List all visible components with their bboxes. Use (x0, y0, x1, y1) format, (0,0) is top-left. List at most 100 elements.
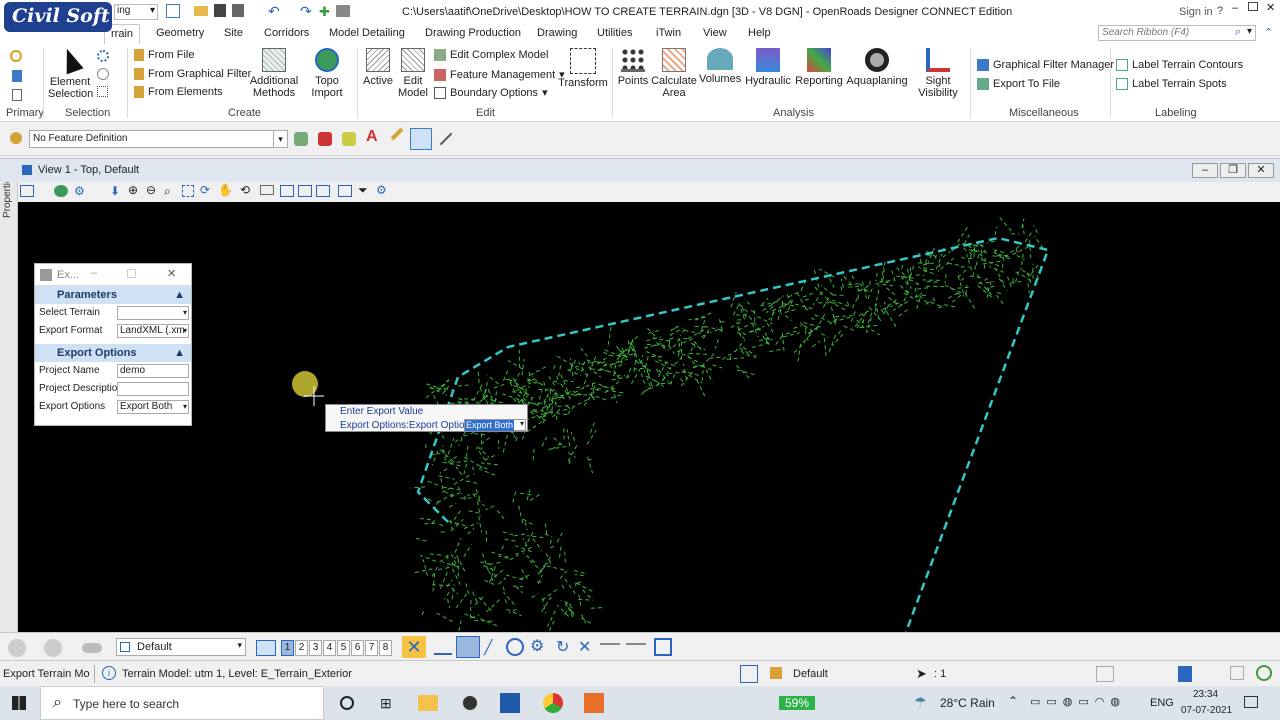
display-style-icon[interactable] (54, 185, 68, 197)
level-display[interactable]: Default (793, 668, 828, 680)
from-graphical-filter-button[interactable]: From Graphical Filter (134, 68, 251, 81)
calculate-area-button[interactable]: Calculate Area (651, 48, 697, 99)
maximize-icon[interactable] (1248, 2, 1258, 11)
view-number-button[interactable]: 5 (337, 640, 350, 656)
undo-icon[interactable]: ↶ (268, 3, 280, 20)
sight-visibility-button[interactable]: Sight Visibility (910, 48, 966, 99)
topo-import-button[interactable]: Topo Import (304, 48, 350, 99)
export-format-dropdown[interactable]: LandXML (.xm ▾ (117, 324, 189, 338)
snap-cross-icon[interactable]: ✕ (402, 636, 426, 658)
weather-text[interactable]: 28°C Rain (940, 696, 995, 710)
view-group-icon[interactable] (256, 640, 276, 656)
message-center-icon[interactable] (1096, 666, 1114, 682)
openroads-icon[interactable] (500, 693, 520, 713)
lock-icon[interactable] (770, 667, 782, 679)
view-close-icon[interactable]: ✕ (1248, 163, 1274, 178)
forward-icon[interactable] (44, 639, 62, 657)
chrome-icon[interactable] (543, 693, 563, 713)
back-icon[interactable] (8, 639, 26, 657)
edit-complex-model-button[interactable]: Edit Complex Model (434, 49, 548, 62)
book-icon[interactable] (1178, 666, 1192, 682)
label-terrain-spots-button[interactable]: Label Terrain Spots (1116, 78, 1227, 91)
notification-icon[interactable] (1244, 696, 1258, 708)
file-explorer-icon[interactable] (418, 695, 438, 711)
camera-icon[interactable] (260, 185, 274, 195)
feature-management-button[interactable]: Feature Management ▾ (434, 68, 565, 82)
tab-itwin[interactable]: iTwin (656, 27, 681, 39)
cloud-icon[interactable] (82, 643, 102, 653)
tool-icon-1[interactable] (294, 132, 308, 146)
tab-corridors[interactable]: Corridors (264, 27, 309, 39)
prompt-value-dropdown[interactable]: Export Both ▾ (464, 419, 526, 431)
update-icon[interactable]: ⬇ (110, 184, 120, 198)
tab-help[interactable]: Help (748, 27, 771, 39)
tab-site[interactable]: Site (224, 27, 243, 39)
view-minimize-icon[interactable]: – (1192, 163, 1218, 178)
task-view-icon[interactable]: ⊞ (380, 695, 392, 712)
export-options-section-header[interactable]: Export Options ▲ (35, 344, 191, 362)
tab-drawing[interactable]: Drawing (537, 27, 577, 39)
view-number-button[interactable]: 1 (281, 640, 294, 656)
export-options-dropdown[interactable]: Export Both ▾ (117, 400, 189, 414)
snap-tangent-icon[interactable]: ↻ (556, 637, 569, 657)
project-description-input[interactable] (117, 382, 189, 396)
window-area-icon[interactable]: ⌕ (164, 184, 171, 199)
tray-up-icon[interactable]: ⌃ (1008, 694, 1018, 708)
language-indicator[interactable]: ENG (1150, 697, 1174, 709)
list-icon[interactable] (12, 89, 22, 101)
snap-parallel-icon[interactable] (600, 643, 620, 651)
tab-model-detailing[interactable]: Model Detailing (329, 27, 405, 39)
view-restore-icon[interactable]: ❐ (1220, 163, 1246, 178)
collapse-icon[interactable]: ▲ (174, 286, 185, 304)
text-icon[interactable]: A (366, 128, 378, 146)
fit-view-icon[interactable] (182, 185, 194, 197)
snap-intersect-icon[interactable]: ✕ (578, 637, 591, 657)
element-selection-button[interactable]: Element Selection (48, 45, 94, 100)
snap-origin-icon[interactable]: ⚙ (530, 636, 544, 656)
boundary-options-button[interactable]: Boundary Options ▾ (434, 86, 548, 100)
terrain-edit-icon[interactable] (410, 128, 432, 150)
green-status-icon[interactable] (1256, 665, 1272, 681)
print-icon[interactable] (336, 5, 350, 17)
pin-icon[interactable]: ✚ (319, 4, 330, 20)
view-number-button[interactable]: 4 (323, 640, 336, 656)
save-icon[interactable] (214, 4, 226, 17)
snap-keypoint-icon[interactable]: ╱ (484, 639, 492, 656)
accudraw-icon[interactable] (740, 665, 758, 683)
pen-icon[interactable] (390, 127, 404, 141)
points-button[interactable]: Points (616, 48, 650, 87)
dialog-maximize-icon[interactable] (127, 269, 136, 278)
doc-icon[interactable] (12, 70, 22, 82)
tool-icon-3[interactable] (342, 132, 356, 146)
search-ribbon-input[interactable]: Search Ribbon (F4) ⌕ ▾ (1098, 25, 1256, 41)
select-terrain-dropdown[interactable]: ▾ (117, 306, 189, 320)
pan-icon[interactable]: ✋ (218, 183, 233, 197)
view-number-button[interactable]: 3 (309, 640, 322, 656)
select-shape-icon[interactable] (97, 68, 109, 80)
snap-perp-icon[interactable] (626, 643, 646, 651)
render-icon[interactable]: ⚙ (376, 183, 387, 197)
status-extra-icon[interactable] (1230, 666, 1244, 680)
search-icon[interactable] (10, 50, 22, 62)
parameters-section-header[interactable]: Parameters ▲ (35, 286, 191, 304)
tray-icons[interactable]: ▭▭◍▭◠◍ (1030, 695, 1126, 708)
active-button[interactable]: Active (362, 48, 394, 87)
view-canvas[interactable] (18, 202, 1280, 632)
transform-button[interactable]: Transform (558, 48, 608, 89)
line-icon[interactable] (439, 132, 453, 146)
volumes-button[interactable]: Volumes (699, 48, 741, 85)
tab-geometry[interactable]: Geometry (156, 27, 204, 39)
snap-line-icon[interactable] (434, 639, 452, 655)
zoom-out-icon[interactable]: ⊖ (146, 183, 156, 197)
battery-badge[interactable]: 59% (779, 696, 816, 710)
view-number-button[interactable]: 2 (295, 640, 308, 656)
settings-icon[interactable]: ⚙ (74, 184, 85, 198)
select-box-icon[interactable] (97, 86, 108, 97)
taskbar-search[interactable]: ⌕ Type here to search (40, 686, 324, 720)
additional-methods-button[interactable]: Additional Methods (248, 48, 300, 99)
rotate-icon[interactable]: ⟳ (200, 183, 210, 197)
copy-view-icon[interactable] (316, 185, 330, 197)
tool-icon-2[interactable] (318, 132, 332, 146)
minimize-icon[interactable]: – (1232, 2, 1238, 14)
view-number-button[interactable]: 7 (365, 640, 378, 656)
